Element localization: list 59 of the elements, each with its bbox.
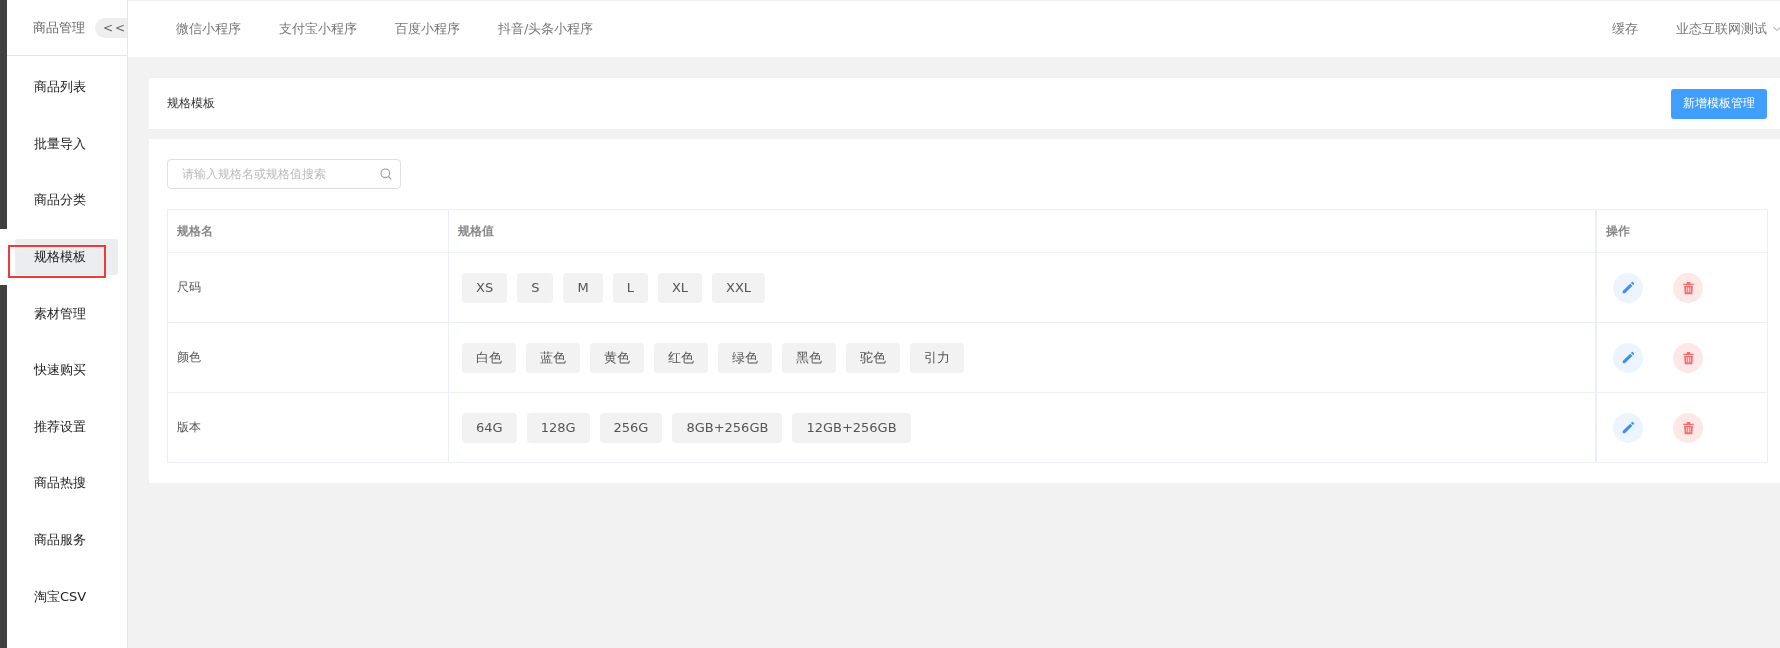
search-field[interactable]: 请输入规格名或规格值搜索 (167, 159, 401, 189)
spec-value-tag: 8GB+256GB (672, 412, 783, 443)
pencil-icon (1621, 350, 1635, 365)
search-icon (380, 168, 392, 180)
sidebar-item[interactable]: 商品列表 (15, 69, 118, 106)
spec-value-tag: 黄色 (590, 342, 644, 373)
sidebar-item[interactable]: 商品热搜 (15, 465, 118, 502)
spec-value-tag: XL (657, 272, 703, 303)
sidebar-title: 商品管理 (33, 18, 85, 37)
sidebar-item[interactable]: 素材管理 (15, 295, 118, 332)
spec-value-tag: XS (462, 272, 508, 303)
sidebar-item[interactable]: 批量导入 (15, 125, 118, 162)
collapse-button[interactable]: << (95, 17, 127, 38)
spec-value-tag: XXL (712, 272, 766, 303)
delete-button[interactable] (1673, 272, 1703, 303)
spec-value-tag: S (517, 272, 554, 303)
trash-icon (1681, 420, 1695, 435)
pencil-icon (1621, 420, 1635, 435)
column-header: 操作 (1606, 222, 1630, 240)
spec-value-tag: 128G (526, 412, 590, 443)
sidebar-item[interactable]: 商品分类 (15, 182, 118, 219)
trash-icon (1681, 280, 1695, 295)
platform-tab[interactable]: 微信小程序 (176, 20, 241, 38)
chevron-down-icon (1773, 25, 1780, 33)
spec-value-tag: 256G (599, 412, 663, 443)
delete-button[interactable] (1673, 342, 1703, 373)
cache-link[interactable]: 缓存 (1612, 20, 1638, 38)
spec-name: 尺码 (177, 279, 201, 296)
sidebar-item[interactable]: 淘宝CSV (15, 578, 118, 615)
sidebar-item[interactable]: 规格模板 (15, 239, 118, 276)
column-header: 规格值 (458, 222, 494, 240)
spec-value-tag: 黑色 (782, 342, 836, 373)
spec-value-tag: 驼色 (846, 342, 900, 373)
account-menu[interactable]: 业态互联网测试 (1676, 20, 1767, 38)
spec-value-tag: 白色 (462, 342, 516, 373)
spec-value-tag: 蓝色 (526, 342, 580, 373)
spec-value-tag: M (563, 272, 603, 303)
trash-icon (1681, 350, 1695, 365)
sidebar-item[interactable]: 推荐设置 (15, 408, 118, 445)
platform-tab[interactable]: 百度小程序 (395, 20, 460, 38)
spec-value-tag: 12GB+256GB (792, 412, 911, 443)
spec-value-tag: 引力 (910, 342, 964, 373)
spec-value-tag: L (612, 272, 648, 303)
spec-name: 颜色 (177, 349, 201, 366)
delete-button[interactable] (1673, 412, 1703, 443)
page-title: 规格模板 (167, 95, 215, 112)
spec-value-tag: 64G (462, 412, 517, 443)
edit-button[interactable] (1613, 412, 1643, 443)
sidebar-item[interactable]: 商品服务 (15, 522, 118, 559)
spec-name: 版本 (177, 419, 201, 436)
spec-value-tag: 绿色 (718, 342, 772, 373)
column-header: 规格名 (177, 222, 213, 240)
edit-button[interactable] (1613, 342, 1643, 373)
platform-tab[interactable]: 支付宝小程序 (279, 20, 357, 38)
pencil-icon (1621, 280, 1635, 295)
edit-button[interactable] (1613, 272, 1643, 303)
spec-value-tag: 红色 (654, 342, 708, 373)
sidebar-item[interactable]: 快速购买 (15, 352, 118, 389)
platform-tab[interactable]: 抖音/头条小程序 (498, 20, 594, 38)
